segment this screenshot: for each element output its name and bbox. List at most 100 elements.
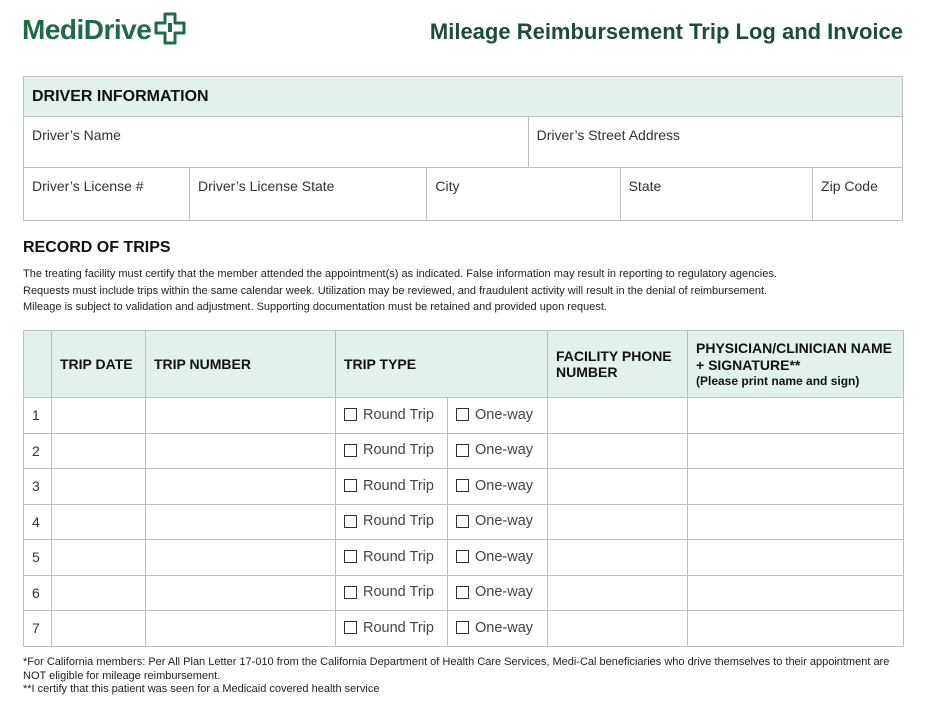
trip-date-cell[interactable] bbox=[51, 539, 146, 576]
one-way-option[interactable]: One-way bbox=[447, 574, 548, 611]
one-way-option[interactable]: One-way bbox=[447, 397, 548, 434]
round-trip-label: Round Trip bbox=[363, 406, 434, 423]
physician-signature-cell[interactable] bbox=[687, 610, 904, 647]
one-way-label: One-way bbox=[475, 477, 534, 494]
trip-date-cell[interactable] bbox=[51, 432, 146, 469]
round-trip-label: Round Trip bbox=[363, 477, 434, 494]
one-way-label: One-way bbox=[475, 619, 534, 636]
drivers-license-number-field[interactable]: Driver’s License # bbox=[23, 167, 190, 221]
round-trip-checkbox[interactable] bbox=[344, 514, 357, 528]
round-trip-option[interactable]: Round Trip bbox=[335, 610, 448, 647]
trip-number-cell[interactable] bbox=[145, 574, 336, 611]
trip-row: 6 Round Trip One-way bbox=[23, 574, 904, 611]
one-way-checkbox[interactable] bbox=[456, 585, 469, 599]
zip-code-field[interactable]: Zip Code bbox=[812, 167, 903, 221]
row-number-header bbox=[23, 330, 52, 398]
drivers-street-address-field[interactable]: Driver’s Street Address bbox=[527, 116, 904, 168]
round-trip-option[interactable]: Round Trip bbox=[335, 503, 448, 540]
trip-row-number: 7 bbox=[23, 610, 52, 647]
facility-phone-cell[interactable] bbox=[547, 503, 688, 540]
physician-signature-cell[interactable] bbox=[687, 432, 904, 469]
facility-phone-cell[interactable] bbox=[547, 468, 688, 505]
trip-number-cell[interactable] bbox=[145, 503, 336, 540]
facility-phone-cell[interactable] bbox=[547, 610, 688, 647]
trip-number-cell[interactable] bbox=[145, 468, 336, 505]
one-way-option[interactable]: One-way bbox=[447, 468, 548, 505]
trip-type-header: TRIP TYPE bbox=[335, 330, 548, 398]
one-way-option[interactable]: One-way bbox=[447, 432, 548, 469]
medical-cross-logo-icon bbox=[154, 12, 186, 45]
round-trip-option[interactable]: Round Trip bbox=[335, 574, 448, 611]
physician-signature-cell[interactable] bbox=[687, 503, 904, 540]
round-trip-label: Round Trip bbox=[363, 442, 434, 458]
drivers-name-field[interactable]: Driver’s Name bbox=[23, 116, 529, 168]
round-trip-checkbox[interactable] bbox=[344, 621, 357, 634]
facility-phone-cell[interactable] bbox=[547, 574, 688, 611]
one-way-label: One-way bbox=[475, 442, 534, 458]
trip-number-cell[interactable] bbox=[145, 539, 336, 576]
city-field[interactable]: City bbox=[426, 167, 621, 221]
trip-row-number: 5 bbox=[23, 539, 52, 576]
footnote-certification: **I certify that this patient was seen f… bbox=[23, 683, 380, 695]
round-trip-option[interactable]: Round Trip bbox=[335, 432, 448, 469]
one-way-option[interactable]: One-way bbox=[447, 610, 548, 647]
round-trip-checkbox[interactable] bbox=[344, 585, 357, 599]
one-way-checkbox[interactable] bbox=[456, 514, 469, 528]
trip-date-cell[interactable] bbox=[51, 397, 146, 434]
round-trip-checkbox[interactable] bbox=[344, 443, 357, 457]
facility-phone-cell[interactable] bbox=[547, 432, 688, 469]
one-way-checkbox[interactable] bbox=[456, 621, 469, 634]
one-way-option[interactable]: One-way bbox=[447, 503, 548, 540]
round-trip-option[interactable]: Round Trip bbox=[335, 468, 448, 505]
round-trip-label: Round Trip bbox=[363, 584, 434, 600]
trip-number-cell[interactable] bbox=[145, 432, 336, 469]
trip-date-cell[interactable] bbox=[51, 468, 146, 505]
footnote-california: *For California members: Per All Plan Le… bbox=[23, 656, 890, 682]
trip-number-cell[interactable] bbox=[145, 397, 336, 434]
notice-line: The treating facility must certify that … bbox=[23, 268, 777, 280]
one-way-checkbox[interactable] bbox=[456, 443, 469, 457]
facility-phone-cell[interactable] bbox=[547, 539, 688, 576]
one-way-label: One-way bbox=[475, 548, 534, 565]
trip-row-number: 6 bbox=[23, 574, 52, 611]
trips-table: TRIP DATE TRIP NUMBER TRIP TYPE FACILITY… bbox=[23, 330, 904, 647]
round-trip-label: Round Trip bbox=[363, 548, 434, 565]
driver-information-table: DRIVER INFORMATION Driver’s Name Driver’… bbox=[23, 76, 904, 221]
facility-phone-cell[interactable] bbox=[547, 397, 688, 434]
trip-date-cell[interactable] bbox=[51, 574, 146, 611]
facility-phone-header: FACILITY PHONE NUMBER bbox=[547, 330, 688, 398]
trip-row-number: 3 bbox=[23, 468, 52, 505]
trip-row: 4 Round Trip One-way bbox=[23, 503, 904, 540]
round-trip-checkbox[interactable] bbox=[344, 479, 357, 492]
round-trip-option[interactable]: Round Trip bbox=[335, 397, 448, 434]
brand-name: MediDrive bbox=[22, 14, 152, 45]
trip-date-cell[interactable] bbox=[51, 610, 146, 647]
trip-date-cell[interactable] bbox=[51, 503, 146, 540]
round-trip-option[interactable]: Round Trip bbox=[335, 539, 448, 576]
trip-date-header: TRIP DATE bbox=[51, 330, 146, 398]
one-way-checkbox[interactable] bbox=[456, 408, 469, 421]
physician-signature-cell[interactable] bbox=[687, 539, 904, 576]
one-way-checkbox[interactable] bbox=[456, 479, 469, 492]
round-trip-label: Round Trip bbox=[363, 619, 434, 636]
one-way-label: One-way bbox=[475, 406, 534, 423]
drivers-license-state-field[interactable]: Driver’s License State bbox=[188, 167, 428, 221]
one-way-label: One-way bbox=[475, 584, 534, 600]
one-way-label: One-way bbox=[475, 513, 534, 529]
trip-row: 7 Round Trip One-way bbox=[23, 610, 904, 647]
one-way-option[interactable]: One-way bbox=[447, 539, 548, 576]
physician-signature-cell[interactable] bbox=[687, 397, 904, 434]
trip-rows: 1 Round Trip One-way 2 Round Trip One-way 3 Rou… bbox=[23, 397, 904, 647]
physician-signature-cell[interactable] bbox=[687, 574, 904, 611]
round-trip-checkbox[interactable] bbox=[344, 408, 357, 421]
record-of-trips-title: RECORD OF TRIPS bbox=[23, 239, 171, 256]
state-field[interactable]: State bbox=[619, 167, 814, 221]
physician-signature-cell[interactable] bbox=[687, 468, 904, 505]
footnotes: *For California members: Per All Plan Le… bbox=[23, 656, 913, 697]
round-trip-checkbox[interactable] bbox=[344, 550, 357, 563]
trip-row-number: 4 bbox=[23, 503, 52, 540]
trip-number-cell[interactable] bbox=[145, 610, 336, 647]
trip-row-number: 2 bbox=[23, 432, 52, 469]
one-way-checkbox[interactable] bbox=[456, 550, 469, 563]
document-title: Mileage Reimbursement Trip Log and Invoi… bbox=[429, 19, 903, 44]
